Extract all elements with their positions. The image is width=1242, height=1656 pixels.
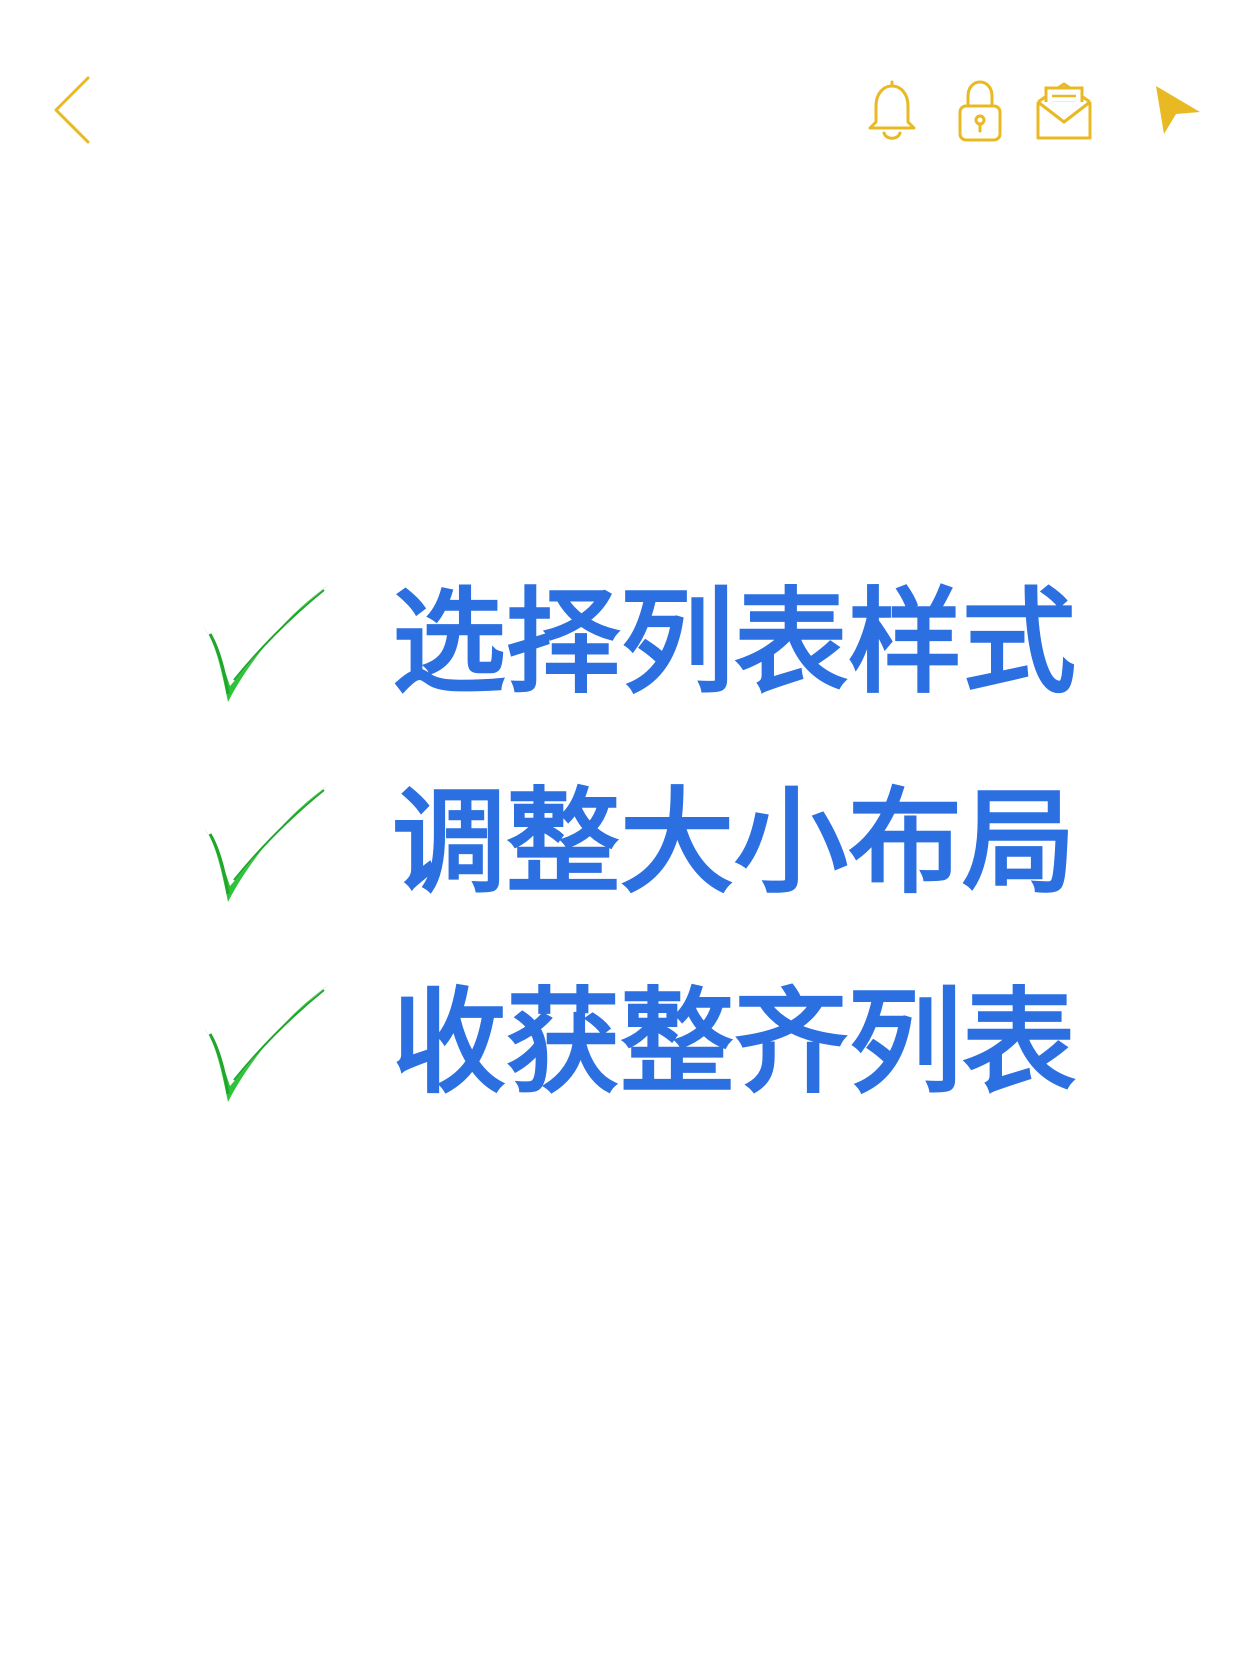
lock-icon (958, 80, 1002, 142)
bell-button[interactable] (862, 76, 922, 144)
checkmark-icon (204, 784, 330, 902)
top-toolbar (0, 0, 1242, 220)
checklist-item: 收获整齐列表 (200, 960, 1160, 1160)
share-arrow-icon (1156, 86, 1200, 134)
checklist-item-label: 调整大小布局 (392, 776, 1077, 909)
checklist-item-label: 收获整齐列表 (392, 976, 1077, 1109)
chevron-left-icon (54, 76, 90, 144)
checkmark-icon (204, 584, 330, 702)
checklist-item-label: 选择列表样式 (392, 576, 1077, 709)
checkmark-icon (204, 984, 330, 1102)
feature-checklist: 选择列表样式 调整大小布局 收获整齐列表 (200, 560, 1160, 1160)
bell-icon (868, 80, 916, 140)
mail-icon (1036, 82, 1092, 140)
back-button[interactable] (48, 72, 104, 148)
checklist-item: 选择列表样式 (200, 560, 1160, 760)
mail-button[interactable] (1032, 80, 1096, 142)
lock-button[interactable] (950, 76, 1010, 144)
checklist-item: 调整大小布局 (200, 760, 1160, 960)
share-button[interactable] (1148, 82, 1204, 138)
